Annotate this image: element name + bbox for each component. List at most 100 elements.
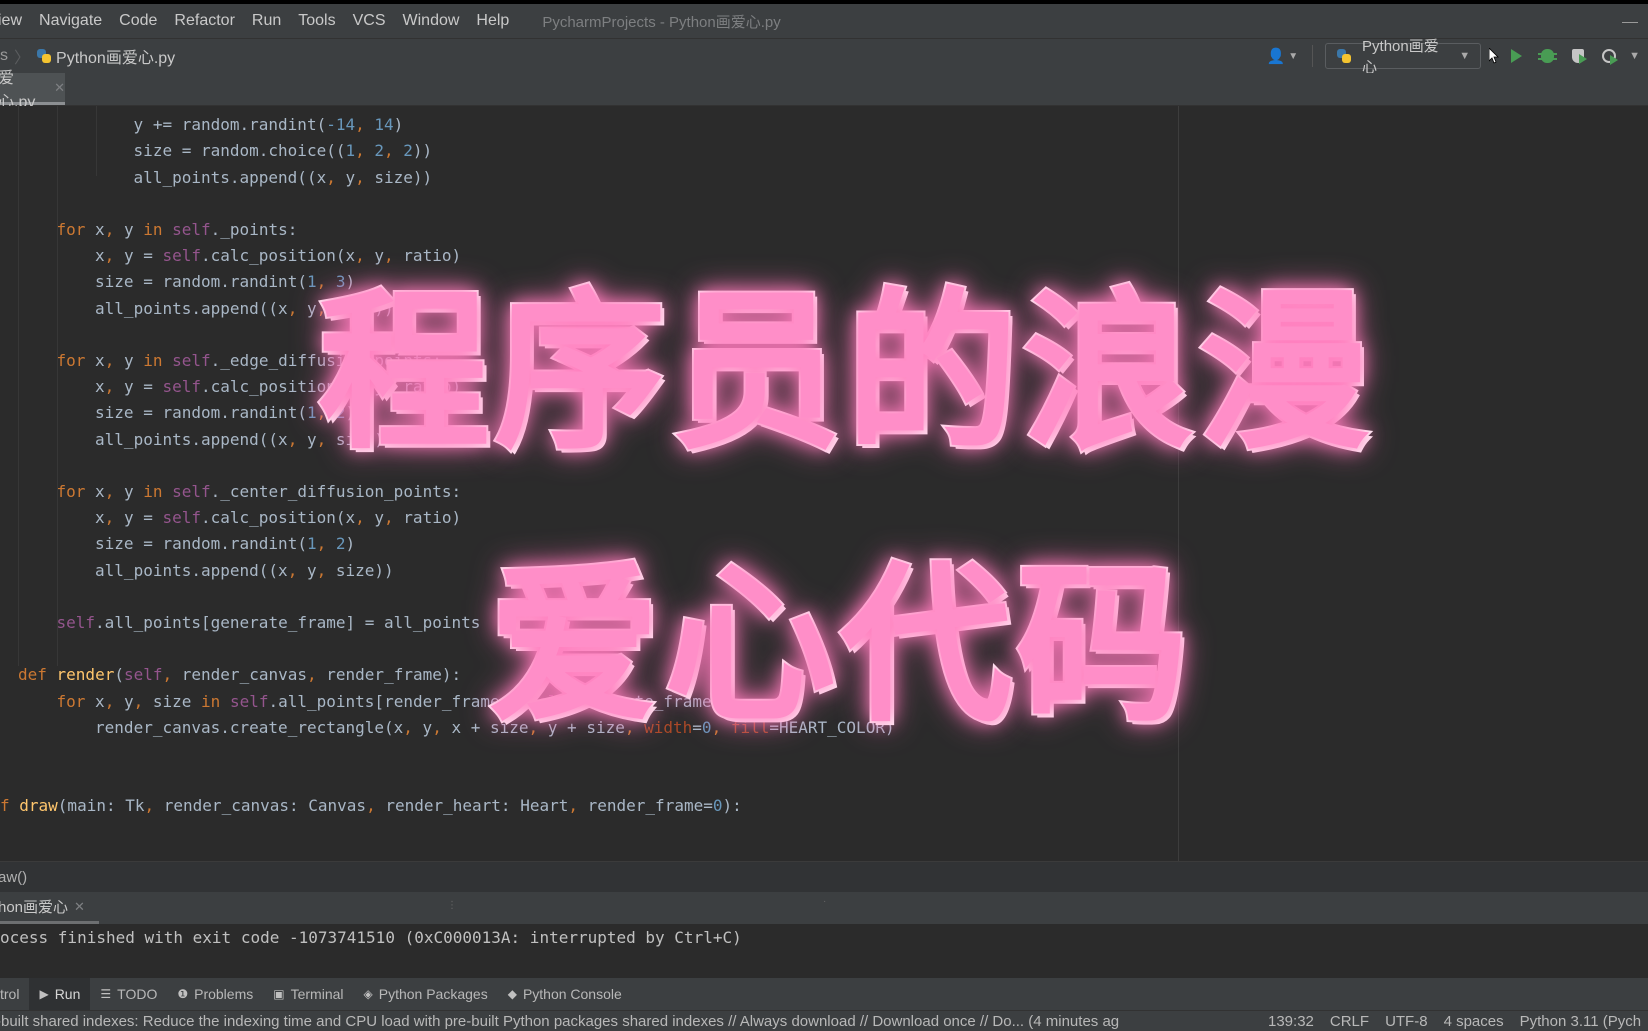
tool-window-problems[interactable]: ❶ Problems (167, 978, 263, 1010)
run-with-coverage-button[interactable] (1567, 45, 1589, 67)
menu-refactor[interactable]: Refactor (174, 12, 234, 30)
code-token: size)) (335, 429, 394, 449)
more-run-actions-icon[interactable]: ▼ (1629, 50, 1640, 62)
code-token: , (316, 298, 336, 318)
code-token: , (355, 141, 375, 161)
code-token: x (95, 691, 105, 711)
code-token: 1 (306, 534, 317, 554)
tool-window-label: Python Console (522, 986, 622, 1002)
code-token: all_points.append((x (95, 560, 288, 580)
code-token: y (345, 167, 356, 187)
code-token: size (152, 691, 202, 711)
code-line: all_points.append((x, y, size)) (95, 560, 394, 582)
close-tab-icon[interactable]: ✕ (54, 80, 65, 96)
code-token: self (56, 613, 96, 632)
code-token: , (355, 508, 375, 528)
code-token: in (143, 220, 173, 239)
code-token: , (104, 220, 124, 239)
code-token: )) (412, 141, 433, 161)
run-configuration-select[interactable]: Python画爱心 ▼ (1325, 38, 1482, 76)
indent-setting[interactable]: 4 spaces (1444, 1013, 1504, 1030)
menu-tools[interactable]: Tools (298, 12, 335, 30)
close-run-tab-icon[interactable]: ✕ (74, 899, 85, 915)
menu-code[interactable]: Code (119, 12, 157, 30)
code-token: size = random.randint( (95, 272, 307, 292)
code-token: render_frame= (587, 796, 713, 816)
menu-navigate[interactable]: Navigate (39, 12, 102, 30)
code-token: , (624, 717, 645, 737)
tool-window-run[interactable]: ▶ Run (29, 978, 91, 1010)
code-token: 2 (335, 534, 346, 554)
code-token: render_canvas (181, 665, 307, 685)
line-separator[interactable]: CRLF (1330, 1013, 1369, 1030)
code-token: size)) (335, 298, 394, 318)
code-line: all_points.append((x, y, size)) (95, 298, 394, 320)
tool-window-version-control[interactable]: trol (0, 978, 29, 1010)
tool-window-python-packages[interactable]: ◈ Python Packages (354, 978, 498, 1010)
code-token: =HEART_COLOR) (769, 717, 895, 737)
code-token: x (95, 482, 105, 501)
code-token: .generate_frame]: (567, 691, 731, 711)
tool-window-label: Problems (194, 986, 254, 1002)
code-token: x (95, 246, 105, 266)
run-console[interactable]: ocess finished with exit code -107374151… (0, 924, 1648, 978)
minimize-button[interactable] (1622, 22, 1638, 23)
python-console-icon: ◆ (507, 987, 517, 1001)
code-token: y = (123, 246, 163, 266)
status-message[interactable]: -built shared indexes: Reduce the indexi… (0, 1013, 1119, 1030)
code-token: y (123, 482, 144, 501)
menu-window[interactable]: Window (403, 12, 460, 30)
panel-drag-handle[interactable]: ⋮ (447, 900, 457, 911)
run-tab[interactable]: hon画爱心 ✕ (0, 892, 99, 924)
profile-button[interactable] (1598, 45, 1620, 67)
code-breadcrumb-function[interactable]: aw() (0, 869, 27, 886)
code-token: , (104, 351, 124, 370)
breadcrumb-file[interactable]: Python画爱心.py (56, 44, 175, 68)
code-token: render_canvas: Canvas (163, 796, 367, 816)
status-bar: -built shared indexes: Reduce the indexi… (0, 1010, 1648, 1031)
file-encoding[interactable]: UTF-8 (1385, 1013, 1428, 1030)
profiler-icon (1602, 49, 1619, 65)
tool-window-label: Python Packages (378, 986, 488, 1002)
code-token: 3 (335, 272, 346, 292)
mouse-cursor-icon (1489, 45, 1500, 67)
code-token: ( (114, 665, 124, 685)
code-token: self (162, 377, 201, 397)
editor-tab-active[interactable]: 爱心.py ✕ (0, 70, 65, 111)
code-editor[interactable]: x += random.randint(-14, 14)y += random.… (0, 106, 1648, 861)
code-line: f draw(main: Tk, render_canvas: Canvas, … (0, 795, 742, 817)
code-token: y (306, 298, 317, 318)
code-token: for (56, 220, 96, 239)
vcs-user-button[interactable]: 👤 ▼ (1267, 47, 1299, 65)
code-token: ratio) (403, 508, 462, 528)
caret-position[interactable]: 139:32 (1268, 1013, 1314, 1030)
menu-vcs[interactable]: VCS (353, 12, 386, 30)
menu-view[interactable]: iew (0, 12, 22, 30)
panel-drag-handle[interactable]: · (823, 896, 826, 907)
code-line: size = random.randint(1, 2) (95, 533, 355, 555)
run-button[interactable] (1505, 45, 1527, 67)
code-token: self (123, 665, 163, 685)
code-line: for x, y, size in self.all_points[render… (57, 691, 731, 713)
code-token: , (287, 298, 307, 318)
debug-button[interactable] (1536, 45, 1558, 67)
code-token: all_points.append((x (95, 429, 288, 449)
run-panel-header: hon画爱心 ✕ ⋮ · (0, 892, 1648, 924)
tool-window-todo[interactable]: ☰ TODO (90, 978, 167, 1010)
code-token: ratio) (403, 246, 462, 266)
code-token: fill (730, 717, 770, 737)
tool-window-python-console[interactable]: ◆ Python Console (498, 978, 632, 1010)
code-token: x (95, 351, 105, 370)
code-token: self (162, 246, 201, 266)
breadcrumb-project[interactable]: s (0, 47, 8, 65)
editor-tab-bar: 爱心.py ✕ (0, 70, 1648, 111)
python-interpreter[interactable]: Python 3.11 (Pych (1520, 1013, 1641, 1030)
menu-help[interactable]: Help (476, 12, 509, 30)
tool-window-terminal[interactable]: ▣ Terminal (263, 978, 353, 1010)
code-token: size = random.choice(( (133, 141, 346, 161)
menu-run[interactable]: Run (252, 12, 281, 30)
code-token: all_points.append((x (133, 167, 327, 187)
code-token: y = (123, 508, 163, 528)
code-token: .calc_position(x (201, 246, 356, 266)
code-line: render_canvas.create_rectangle(x, y, x +… (95, 717, 895, 739)
